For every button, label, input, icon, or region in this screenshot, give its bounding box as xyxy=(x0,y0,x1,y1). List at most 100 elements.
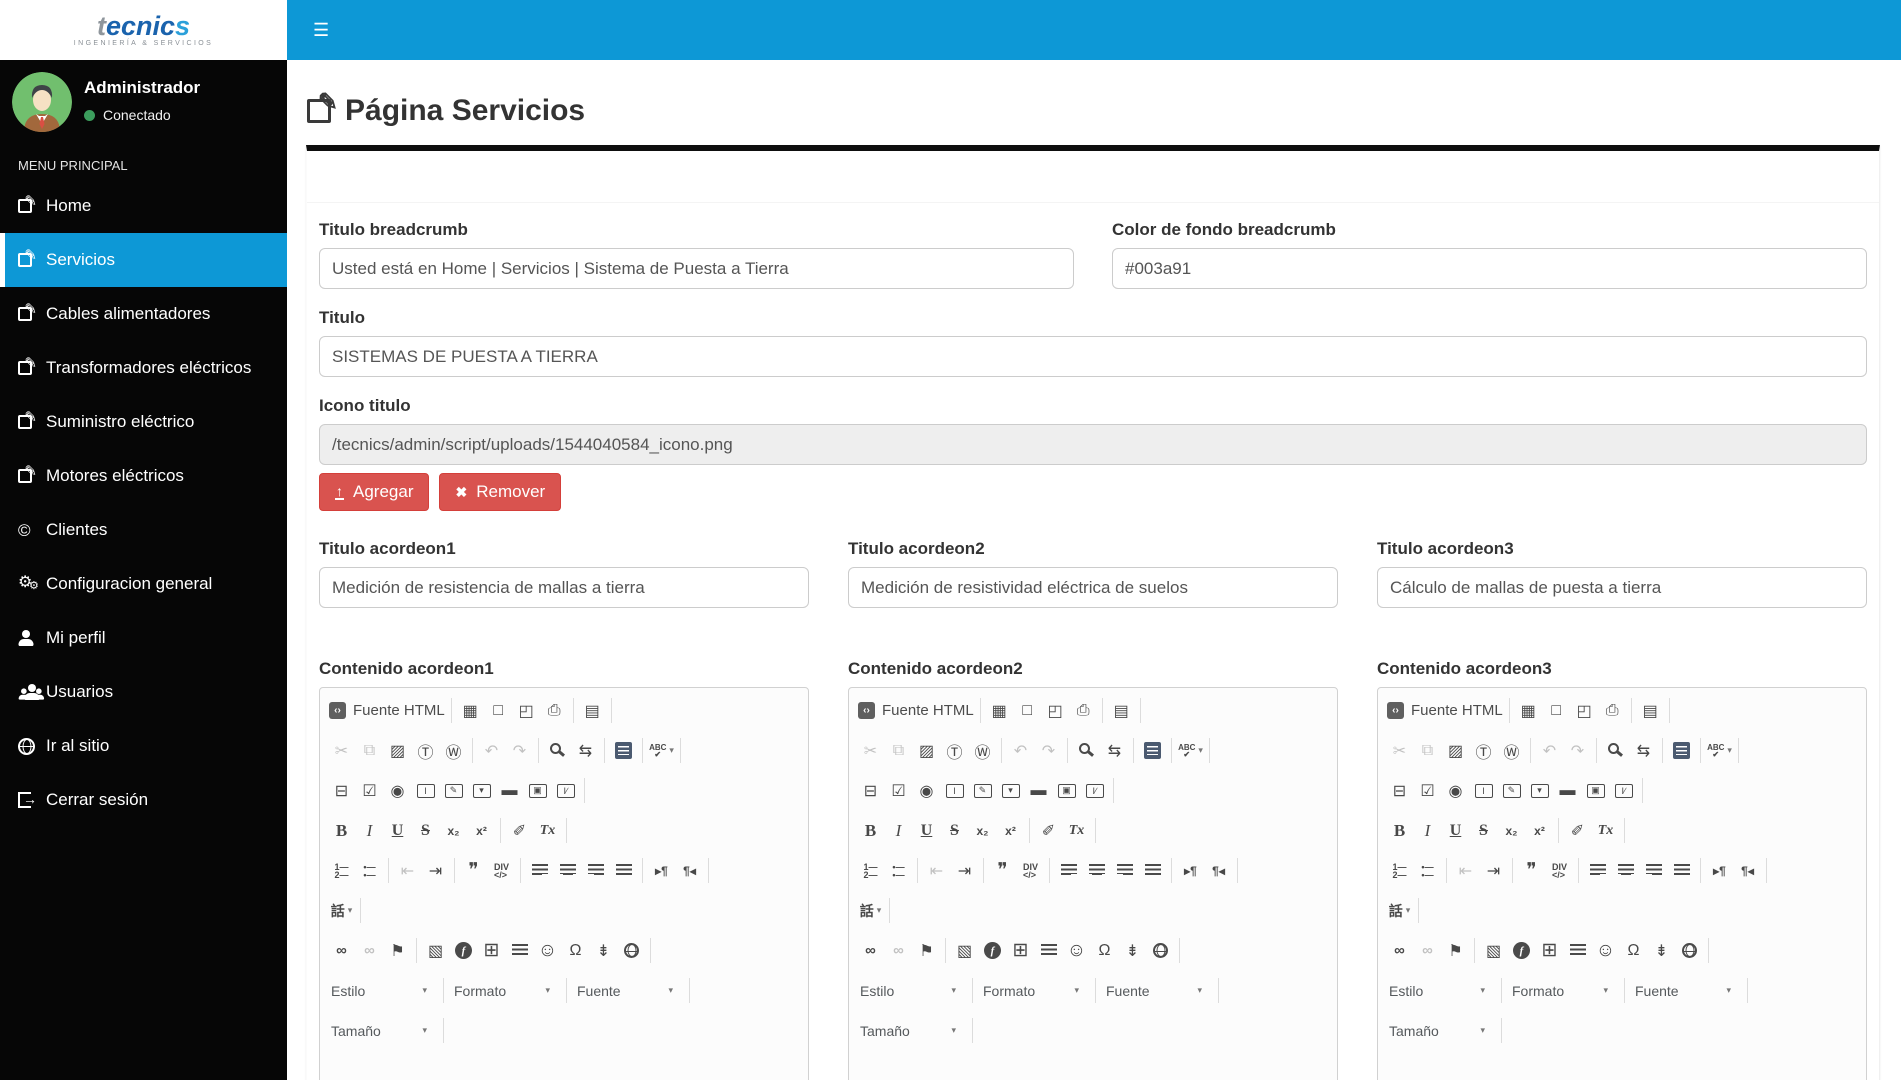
form-button[interactable]: ⊟ xyxy=(1387,778,1412,803)
table-button[interactable]: ⊞ xyxy=(1537,938,1562,963)
text-field-button[interactable]: I xyxy=(942,778,967,803)
select-all-button[interactable] xyxy=(611,738,636,763)
page-break-button[interactable]: ⇟ xyxy=(1120,938,1145,963)
paste-plain-text-button[interactable]: Ⓣ xyxy=(1471,738,1496,763)
table-button[interactable]: ⊞ xyxy=(1008,938,1033,963)
new-page-button[interactable]: □ xyxy=(486,698,511,723)
button-field-button[interactable]: ▬ xyxy=(1026,778,1051,803)
button-field-button[interactable]: ▬ xyxy=(1555,778,1580,803)
sidebar-toggle-button[interactable]: ☰ xyxy=(301,0,341,60)
find-button[interactable] xyxy=(545,738,570,763)
sidebar-item-mi-perfil[interactable]: Mi perfil xyxy=(0,611,287,665)
sidebar-item-home[interactable]: Home xyxy=(0,179,287,233)
styles-dropdown[interactable]: Estilo ▾ xyxy=(329,983,435,999)
find-button[interactable] xyxy=(1603,738,1628,763)
increase-indent-button[interactable]: ⇥ xyxy=(1481,858,1506,883)
spell-check-button[interactable]: ABC ✔ ▾ xyxy=(649,738,674,763)
print-button[interactable]: ⎙ xyxy=(1600,698,1625,723)
bold-button[interactable]: B xyxy=(329,818,354,843)
underline-button[interactable]: U xyxy=(385,818,410,843)
paste-from-word-button[interactable]: Ⓦ xyxy=(1499,738,1524,763)
templates-button[interactable]: ▤ xyxy=(580,698,605,723)
language-button[interactable]: 話 ▾ xyxy=(858,898,883,923)
print-button[interactable]: ⎙ xyxy=(1071,698,1096,723)
font-name-dropdown[interactable]: Fuente ▾ xyxy=(575,983,681,999)
save-button[interactable]: ▦ xyxy=(458,698,483,723)
image-button[interactable]: ▧ xyxy=(423,938,448,963)
styles-dropdown[interactable]: Estilo ▾ xyxy=(1387,983,1493,999)
align-center-button[interactable] xyxy=(1613,858,1638,883)
font-size-dropdown[interactable]: Tamaño ▾ xyxy=(858,1023,964,1039)
font-size-dropdown[interactable]: Tamaño ▾ xyxy=(1387,1023,1493,1039)
blockquote-button[interactable]: ❞ xyxy=(1519,858,1544,883)
replace-button[interactable]: ⇆ xyxy=(573,738,598,763)
radio-button-button[interactable]: ◉ xyxy=(914,778,939,803)
source-button[interactable]: ‹› Fuente HTML xyxy=(858,698,974,723)
language-button[interactable]: 話 ▾ xyxy=(1387,898,1412,923)
underline-button[interactable]: U xyxy=(1443,818,1468,843)
image-button[interactable]: ▧ xyxy=(1481,938,1506,963)
text-direction-ltr-button[interactable]: ▸¶ xyxy=(1707,858,1732,883)
replace-button[interactable]: ⇆ xyxy=(1631,738,1656,763)
sidebar-item-usuarios[interactable]: Usuarios xyxy=(0,665,287,719)
copy-formatting-button[interactable]: ✐ xyxy=(1036,818,1061,843)
link-button[interactable]: ∞ xyxy=(329,938,354,963)
remove-format-button[interactable]: Tx xyxy=(535,818,560,843)
align-left-button[interactable] xyxy=(1056,858,1081,883)
special-character-button[interactable]: Ω xyxy=(1092,938,1117,963)
paragraph-format-dropdown[interactable]: Formato ▾ xyxy=(1510,983,1616,999)
source-button[interactable]: ‹› Fuente HTML xyxy=(1387,698,1503,723)
source-button[interactable]: ‹› Fuente HTML xyxy=(329,698,445,723)
numbered-list-button[interactable]: 1— 2— xyxy=(1387,858,1412,883)
link-button[interactable]: ∞ xyxy=(858,938,883,963)
paste-from-word-button[interactable]: Ⓦ xyxy=(970,738,995,763)
page-break-button[interactable]: ⇟ xyxy=(1649,938,1674,963)
flash-button[interactable] xyxy=(451,938,476,963)
superscript-button[interactable]: x² xyxy=(469,818,494,843)
page-break-button[interactable]: ⇟ xyxy=(591,938,616,963)
bold-button[interactable]: B xyxy=(1387,818,1412,843)
justify-button[interactable] xyxy=(1669,858,1694,883)
align-center-button[interactable] xyxy=(555,858,580,883)
form-button[interactable]: ⊟ xyxy=(858,778,883,803)
numbered-list-button[interactable]: 1— 2— xyxy=(858,858,883,883)
templates-button[interactable]: ▤ xyxy=(1638,698,1663,723)
preview-button[interactable]: ◰ xyxy=(1572,698,1597,723)
text-field-button[interactable]: I xyxy=(1471,778,1496,803)
increase-indent-button[interactable]: ⇥ xyxy=(423,858,448,883)
hidden-field-button[interactable]: I∕ xyxy=(1611,778,1636,803)
underline-button[interactable]: U xyxy=(914,818,939,843)
paste-from-word-button[interactable]: Ⓦ xyxy=(441,738,466,763)
numbered-list-button[interactable]: 1— 2— xyxy=(329,858,354,883)
paste-plain-text-button[interactable]: Ⓣ xyxy=(942,738,967,763)
select-all-button[interactable] xyxy=(1140,738,1165,763)
print-button[interactable]: ⎙ xyxy=(542,698,567,723)
breadcrumb-color-input[interactable] xyxy=(1112,248,1867,289)
paste-button[interactable]: ▨ xyxy=(1443,738,1468,763)
sidebar-item-configuracion-general[interactable]: Configuracion general xyxy=(0,557,287,611)
paragraph-format-dropdown[interactable]: Formato ▾ xyxy=(452,983,558,999)
paste-button[interactable]: ▨ xyxy=(385,738,410,763)
sidebar-item-servicios[interactable]: Servicios xyxy=(0,233,287,287)
image-button-button[interactable]: ▣ xyxy=(1583,778,1608,803)
text-direction-ltr-button[interactable]: ▸¶ xyxy=(1178,858,1203,883)
superscript-button[interactable]: x² xyxy=(1527,818,1552,843)
align-left-button[interactable] xyxy=(1585,858,1610,883)
italic-button[interactable]: I xyxy=(886,818,911,843)
anchor-button[interactable]: ⚑ xyxy=(385,938,410,963)
hidden-field-button[interactable]: I∕ xyxy=(1082,778,1107,803)
accordion3-title-input[interactable] xyxy=(1377,567,1867,608)
align-center-button[interactable] xyxy=(1084,858,1109,883)
flash-button[interactable] xyxy=(1509,938,1534,963)
save-button[interactable]: ▦ xyxy=(987,698,1012,723)
text-field-button[interactable]: I xyxy=(413,778,438,803)
strikethrough-button[interactable]: S xyxy=(942,818,967,843)
div-container-button[interactable]: DIV </> xyxy=(1547,858,1572,883)
anchor-button[interactable]: ⚑ xyxy=(1443,938,1468,963)
bold-button[interactable]: B xyxy=(858,818,883,843)
collapse-box-button[interactable] xyxy=(1857,169,1865,177)
replace-button[interactable]: ⇆ xyxy=(1102,738,1127,763)
sidebar-item-ir-al-sitio[interactable]: Ir al sitio xyxy=(0,719,287,773)
accordion1-title-input[interactable] xyxy=(319,567,809,608)
strikethrough-button[interactable]: S xyxy=(1471,818,1496,843)
